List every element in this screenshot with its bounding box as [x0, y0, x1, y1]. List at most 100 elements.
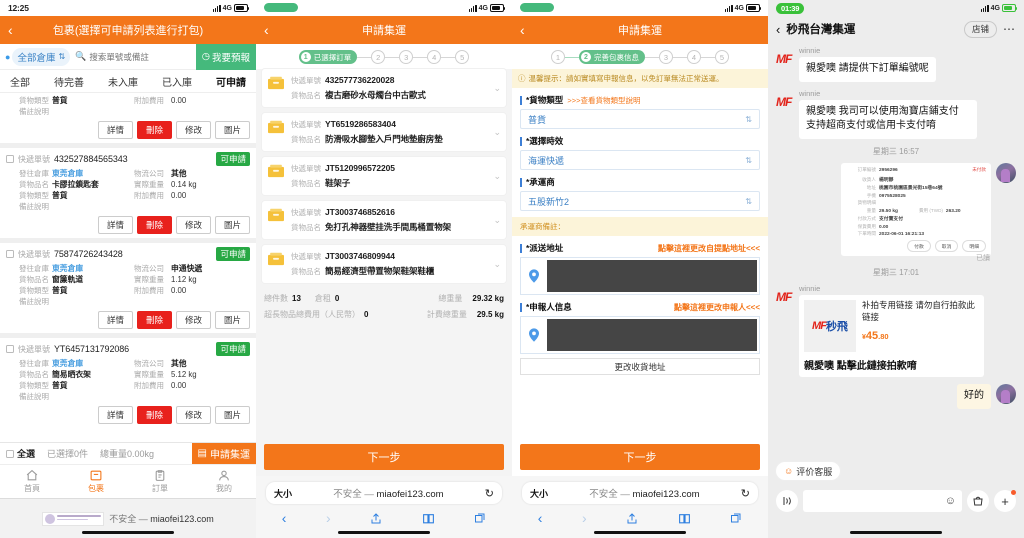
- tabbar-item-home[interactable]: 首頁: [0, 465, 64, 498]
- location-pin-icon: [521, 317, 547, 353]
- next-step-button[interactable]: 下一步: [520, 444, 760, 470]
- image-button[interactable]: 圖片: [214, 121, 250, 139]
- reload-icon[interactable]: ↻: [485, 487, 494, 500]
- shipment-card[interactable]: 快遞單號 JT3003746809944 貨物品名 簡易經濟型帶置物架鞋架鞋櫃 …: [262, 245, 506, 283]
- more-options-icon[interactable]: ⋯: [1003, 22, 1016, 36]
- chevron-down-icon[interactable]: ⌄: [493, 259, 501, 270]
- modify-button[interactable]: 修改: [175, 216, 211, 234]
- shipment-card[interactable]: 快遞單號 YT6519286583404 貨物品名 防滑吸水腳墊入戶門地墊廚房墊…: [262, 113, 506, 151]
- tab-applicable[interactable]: 可申請: [216, 74, 246, 89]
- shipment-card[interactable]: 快遞單號 432577736220028 貨物品名 複古磨砂水母燭台中古歐式 ⌄: [262, 69, 506, 107]
- modify-button[interactable]: 修改: [175, 406, 211, 424]
- package-card[interactable]: 快遞單號 YT6457131792086 可申請 發往倉庫 東莞倉庫 物流公司 …: [0, 338, 256, 428]
- message-text-field[interactable]: [809, 496, 945, 506]
- chevron-down-icon[interactable]: ⌄: [493, 83, 501, 94]
- bookmarks-icon[interactable]: [422, 512, 435, 525]
- shipment-card[interactable]: 快遞單號 JT5120996572205 貨物品名 鞋架子 ⌄: [262, 157, 506, 195]
- share-icon[interactable]: [370, 512, 382, 525]
- tab-stocked[interactable]: 已入庫: [162, 74, 192, 89]
- nav-back-icon[interactable]: ‹: [538, 510, 543, 526]
- image-button[interactable]: 圖片: [214, 311, 250, 329]
- text-size-button[interactable]: 大小: [274, 487, 292, 500]
- ship-address-change-link[interactable]: 點擊這裡更改自提點地址<<<: [658, 243, 760, 254]
- delete-button[interactable]: 刪除: [136, 406, 172, 424]
- tab-not-stocked[interactable]: 未入庫: [108, 74, 138, 89]
- goods-type-help-link[interactable]: >>>查看貨物類型說明: [567, 95, 640, 106]
- change-delivery-address-button[interactable]: 更改收貨地址: [520, 358, 760, 375]
- evaluate-service-button[interactable]: ☺ 评价客服: [776, 462, 841, 480]
- product-card[interactable]: MF 秒飛 补拍专用链接 请勿自行拍款此链接 ¥45.80 親愛噢 點擊此鏈接拍…: [799, 295, 984, 377]
- tabbar-item-profile[interactable]: 我的: [192, 465, 256, 498]
- share-icon[interactable]: [626, 512, 638, 525]
- nav-back-icon[interactable]: ‹: [282, 510, 287, 526]
- delete-button[interactable]: 刪除: [136, 216, 172, 234]
- tabbar-item-orders[interactable]: 訂單: [128, 465, 192, 498]
- delete-button[interactable]: 刪除: [136, 121, 172, 139]
- modify-button[interactable]: 修改: [175, 311, 211, 329]
- image-button[interactable]: 圖片: [214, 216, 250, 234]
- package-checkbox[interactable]: [6, 250, 14, 258]
- select-all-control[interactable]: 全選: [6, 447, 35, 460]
- detail-button[interactable]: 詳情: [97, 121, 133, 139]
- detail-button[interactable]: 詳情: [97, 406, 133, 424]
- totals-weight-group: 總重量 29.32 kg: [438, 293, 504, 304]
- image-button[interactable]: 圖片: [214, 406, 250, 424]
- goods-type-select[interactable]: 普貨 ⇅: [520, 109, 760, 129]
- chevron-down-icon[interactable]: ⌄: [493, 215, 501, 226]
- bookmarks-icon[interactable]: [678, 512, 691, 525]
- shop-bag-button[interactable]: [967, 490, 989, 512]
- tab-all[interactable]: 全部: [10, 74, 30, 89]
- tabs-icon[interactable]: [474, 512, 486, 524]
- reload-icon[interactable]: ↻: [741, 487, 750, 500]
- back-button[interactable]: ‹: [776, 22, 780, 37]
- address-bar[interactable]: 大小 不安全 — miaofei123.com ↻: [266, 482, 502, 504]
- shop-button[interactable]: 店铺: [963, 20, 997, 38]
- package-card[interactable]: 快遞單號 75874726243428 可申請 發往倉庫 東莞倉庫 物流公司 申…: [0, 243, 256, 333]
- nav-forward-icon[interactable]: ›: [582, 510, 587, 526]
- tabbar-item-packages[interactable]: 包裹: [64, 465, 128, 498]
- address-bar[interactable]: 大小 不安全 — miaofei123.com ↻: [522, 482, 758, 504]
- apply-consolidation-button[interactable]: ▤ 申請集運: [191, 442, 256, 465]
- next-step-button[interactable]: 下一步: [264, 444, 504, 470]
- package-card[interactable]: 快遞單號 432527884565343 可申請 發往倉庫 東莞倉庫 物流公司 …: [0, 148, 256, 238]
- tab-pending[interactable]: 待完善: [54, 74, 84, 89]
- chevron-down-icon[interactable]: ⌄: [493, 127, 501, 138]
- emoji-icon[interactable]: ☺: [945, 495, 956, 507]
- url-text[interactable]: 不安全 — miaofei123.com: [292, 486, 485, 500]
- message-input[interactable]: ☺: [803, 490, 962, 512]
- tabs-icon[interactable]: [730, 512, 742, 524]
- back-button[interactable]: ‹: [520, 23, 536, 37]
- detail-button[interactable]: 明細: [962, 240, 986, 252]
- modify-button[interactable]: 修改: [175, 121, 211, 139]
- search-field-wrap[interactable]: 🔍: [70, 51, 196, 62]
- shipment-card[interactable]: 快遞單號 JT3003746852616 貨物品名 免打孔神器壁挂洗手間馬桶置物…: [262, 201, 506, 239]
- label-logistics: 物流公司: [134, 169, 164, 178]
- package-checkbox[interactable]: [6, 155, 14, 163]
- detail-button[interactable]: 詳情: [97, 216, 133, 234]
- add-more-button[interactable]: +: [994, 490, 1016, 512]
- text-size-button[interactable]: 大小: [530, 487, 548, 500]
- ship-address-box[interactable]: [520, 257, 760, 295]
- pay-button[interactable]: 付款: [907, 240, 931, 252]
- url-text[interactable]: 不安全 — miaofei123.com: [548, 486, 741, 500]
- warehouse-selector[interactable]: 全部倉庫 ⇅: [12, 47, 71, 66]
- order-card[interactable]: 訂單編號 2956296 未付款 收貨人 楊明靜 地址 桃園市桃園區景光街15巷…: [841, 162, 991, 256]
- search-input[interactable]: [89, 51, 191, 62]
- chevron-down-icon[interactable]: ⌄: [493, 171, 501, 182]
- url-text[interactable]: 不安全 — miaofei123.com: [109, 512, 214, 525]
- bag-icon: [973, 496, 983, 506]
- forecast-button[interactable]: ◷ 我要預報: [195, 43, 256, 70]
- package-checkbox[interactable]: [6, 345, 14, 353]
- detail-button[interactable]: 詳情: [97, 311, 133, 329]
- delete-button[interactable]: 刪除: [136, 311, 172, 329]
- back-button[interactable]: ‹: [8, 23, 24, 37]
- declarer-box[interactable]: [520, 316, 760, 354]
- carrier-select[interactable]: 五股新竹2 ⇅: [520, 191, 760, 211]
- back-button[interactable]: ‹: [264, 23, 280, 37]
- timeliness-select[interactable]: 海運快遞 ⇅: [520, 150, 760, 170]
- voice-button[interactable]: [776, 490, 798, 512]
- nav-forward-icon[interactable]: ›: [326, 510, 331, 526]
- declarer-change-link[interactable]: 點擊這裡更改申報人<<<: [674, 302, 760, 313]
- select-all-checkbox[interactable]: [6, 449, 14, 458]
- cancel-button[interactable]: 取消: [934, 240, 959, 252]
